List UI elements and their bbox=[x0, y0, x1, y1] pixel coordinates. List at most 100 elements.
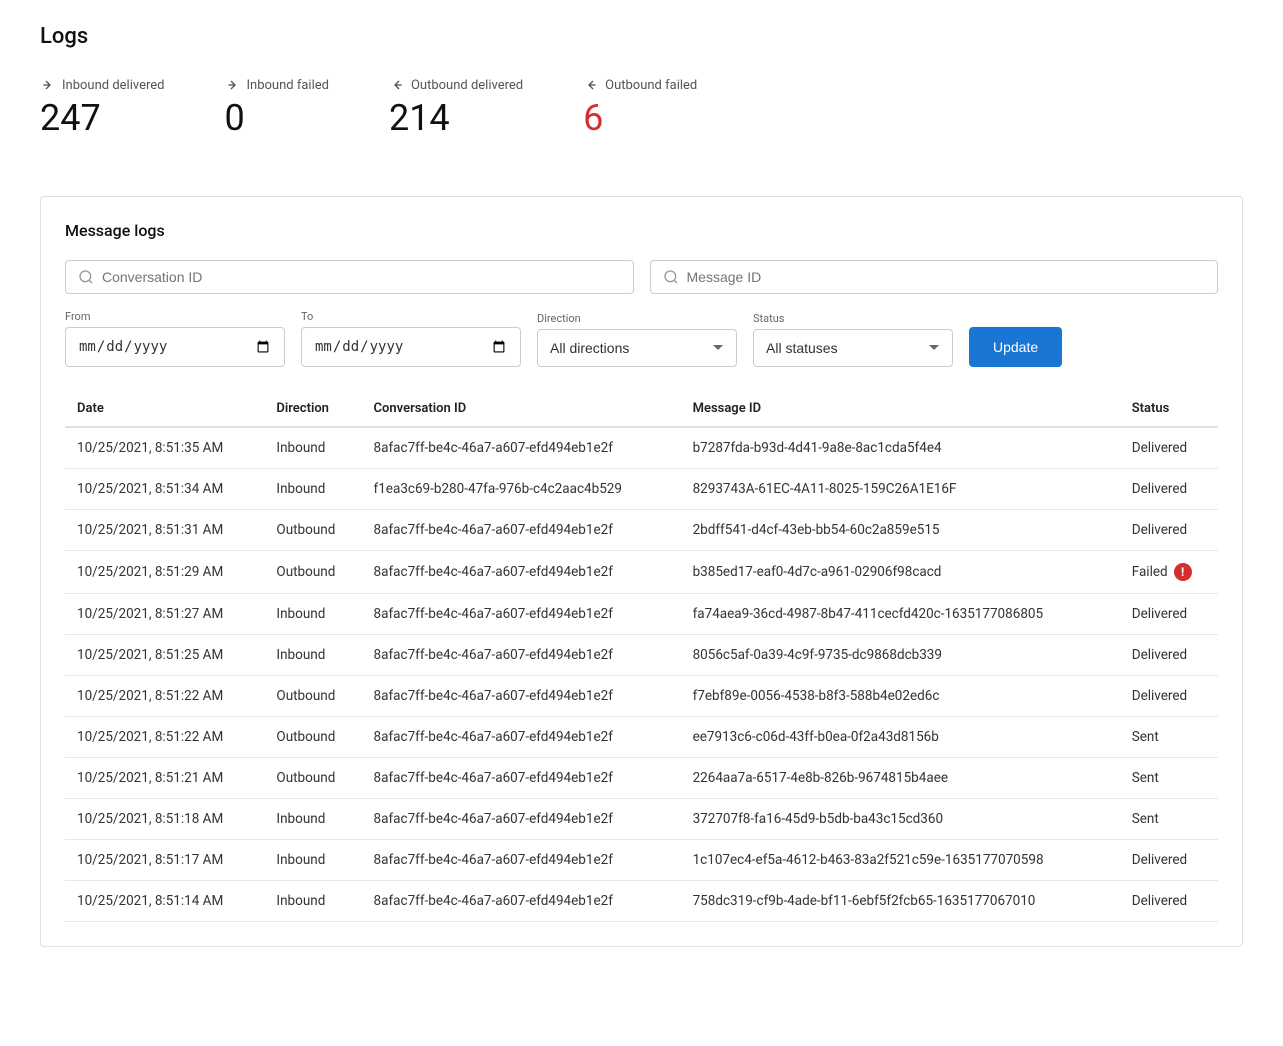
table-header: DateDirectionConversation IDMessage IDSt… bbox=[65, 391, 1218, 427]
col-header-status: Status bbox=[1120, 391, 1218, 427]
cell-status: Delivered bbox=[1120, 469, 1218, 510]
cell-status: Delivered bbox=[1120, 510, 1218, 551]
cell-message-id: 2bdff541-d4cf-43eb-bb54-60c2a859e515 bbox=[681, 510, 1120, 551]
cell-status: Sent bbox=[1120, 717, 1218, 758]
cell-message-id: 758dc319-cf9b-4ade-bf11-6ebf5f2fcb65-163… bbox=[681, 881, 1120, 922]
cell-message-id: 372707f8-fa16-45d9-b5db-ba43c15cd360 bbox=[681, 799, 1120, 840]
from-date-input[interactable] bbox=[65, 327, 285, 367]
cell-direction: Inbound bbox=[264, 469, 361, 510]
cell-status: Delivered bbox=[1120, 881, 1218, 922]
col-header-message-id: Message ID bbox=[681, 391, 1120, 427]
direction-select[interactable]: All directionsInboundOutbound bbox=[537, 329, 737, 367]
cell-conversation-id: 8afac7ff-be4c-46a7-a607-efd494eb1e2f bbox=[362, 594, 681, 635]
cell-status: Failed! bbox=[1120, 551, 1218, 594]
cell-date: 10/25/2021, 8:51:21 AM bbox=[65, 758, 264, 799]
from-label: From bbox=[65, 310, 285, 323]
to-date-input[interactable] bbox=[301, 327, 521, 367]
cell-date: 10/25/2021, 8:51:35 AM bbox=[65, 427, 264, 469]
cell-direction: Outbound bbox=[264, 551, 361, 594]
cell-conversation-id: 8afac7ff-be4c-46a7-a607-efd494eb1e2f bbox=[362, 758, 681, 799]
update-button[interactable]: Update bbox=[969, 327, 1062, 367]
status-filter-group: Status All statusesDeliveredFailedSent bbox=[753, 312, 953, 367]
stat-outbound-delivered: Outbound delivered 214 bbox=[389, 77, 523, 140]
status-label: Status bbox=[753, 312, 953, 325]
cell-message-id: 8293743A-61EC-4A11-8025-159C26A1E16F bbox=[681, 469, 1120, 510]
cell-message-id: f7ebf89e-0056-4538-b8f3-588b4e02ed6c bbox=[681, 676, 1120, 717]
stat-inbound-failed: Inbound failed 0 bbox=[225, 77, 329, 140]
table-row[interactable]: 10/25/2021, 8:51:25 AMInbound8afac7ff-be… bbox=[65, 635, 1218, 676]
message-id-input[interactable] bbox=[687, 269, 1206, 285]
cell-message-id: b385ed17-eaf0-4d7c-a961-02906f98cacd bbox=[681, 551, 1120, 594]
cell-date: 10/25/2021, 8:51:17 AM bbox=[65, 840, 264, 881]
table-row[interactable]: 10/25/2021, 8:51:17 AMInbound8afac7ff-be… bbox=[65, 840, 1218, 881]
table-row[interactable]: 10/25/2021, 8:51:22 AMOutbound8afac7ff-b… bbox=[65, 717, 1218, 758]
cell-status: Delivered bbox=[1120, 676, 1218, 717]
cell-direction: Outbound bbox=[264, 717, 361, 758]
cell-message-id: ee7913c6-c06d-43ff-b0ea-0f2a43d8156b bbox=[681, 717, 1120, 758]
table-row[interactable]: 10/25/2021, 8:51:14 AMInbound8afac7ff-be… bbox=[65, 881, 1218, 922]
to-filter-group: To bbox=[301, 310, 521, 367]
cell-date: 10/25/2021, 8:51:31 AM bbox=[65, 510, 264, 551]
filters-row1 bbox=[65, 260, 1218, 294]
cell-message-id: b7287fda-b93d-4d41-9a8e-8ac1cda5f4e4 bbox=[681, 427, 1120, 469]
conversation-id-input[interactable] bbox=[102, 269, 621, 285]
cell-status: Delivered bbox=[1120, 635, 1218, 676]
table-row[interactable]: 10/25/2021, 8:51:34 AMInboundf1ea3c69-b2… bbox=[65, 469, 1218, 510]
cell-message-id: 8056c5af-0a39-4c9f-9735-dc9868dcb339 bbox=[681, 635, 1120, 676]
cell-direction: Inbound bbox=[264, 881, 361, 922]
stat-outbound-failed: Outbound failed 6 bbox=[583, 77, 697, 140]
cell-status: Delivered bbox=[1120, 594, 1218, 635]
cell-date: 10/25/2021, 8:51:34 AM bbox=[65, 469, 264, 510]
stat-label: Outbound delivered bbox=[411, 78, 523, 93]
stat-label-row: Outbound failed bbox=[583, 77, 697, 93]
cell-conversation-id: 8afac7ff-be4c-46a7-a607-efd494eb1e2f bbox=[362, 510, 681, 551]
search-icon bbox=[78, 269, 94, 285]
cell-date: 10/25/2021, 8:51:27 AM bbox=[65, 594, 264, 635]
cell-date: 10/25/2021, 8:51:18 AM bbox=[65, 799, 264, 840]
stat-label-row: Outbound delivered bbox=[389, 77, 523, 93]
conversation-id-search-box bbox=[65, 260, 634, 294]
cell-conversation-id: 8afac7ff-be4c-46a7-a607-efd494eb1e2f bbox=[362, 635, 681, 676]
cell-status: Sent bbox=[1120, 799, 1218, 840]
cell-conversation-id: f1ea3c69-b280-47fa-976b-c4c2aac4b529 bbox=[362, 469, 681, 510]
direction-label: Direction bbox=[537, 312, 737, 325]
cell-conversation-id: 8afac7ff-be4c-46a7-a607-efd494eb1e2f bbox=[362, 840, 681, 881]
cell-conversation-id: 8afac7ff-be4c-46a7-a607-efd494eb1e2f bbox=[362, 551, 681, 594]
table-row[interactable]: 10/25/2021, 8:51:27 AMInbound8afac7ff-be… bbox=[65, 594, 1218, 635]
cell-date: 10/25/2021, 8:51:14 AM bbox=[65, 881, 264, 922]
cell-direction: Inbound bbox=[264, 799, 361, 840]
cell-date: 10/25/2021, 8:51:22 AM bbox=[65, 676, 264, 717]
search-icon-2 bbox=[663, 269, 679, 285]
stat-label-row: Inbound delivered bbox=[40, 77, 165, 93]
cell-direction: Inbound bbox=[264, 594, 361, 635]
stat-value: 6 bbox=[583, 97, 697, 140]
table-row[interactable]: 10/25/2021, 8:51:31 AMOutbound8afac7ff-b… bbox=[65, 510, 1218, 551]
page-container: Logs Inbound delivered 247 Inbound faile… bbox=[0, 0, 1283, 971]
table-row[interactable]: 10/25/2021, 8:51:35 AMInbound8afac7ff-be… bbox=[65, 427, 1218, 469]
cell-direction: Inbound bbox=[264, 635, 361, 676]
inbound-icon bbox=[40, 77, 56, 93]
table-body: 10/25/2021, 8:51:35 AMInbound8afac7ff-be… bbox=[65, 427, 1218, 922]
status-select[interactable]: All statusesDeliveredFailedSent bbox=[753, 329, 953, 367]
col-header-direction: Direction bbox=[264, 391, 361, 427]
cell-message-id: 2264aa7a-6517-4e8b-826b-9674815b4aee bbox=[681, 758, 1120, 799]
stat-label: Inbound delivered bbox=[62, 78, 165, 93]
table-row[interactable]: 10/25/2021, 8:51:21 AMOutbound8afac7ff-b… bbox=[65, 758, 1218, 799]
cell-conversation-id: 8afac7ff-be4c-46a7-a607-efd494eb1e2f bbox=[362, 676, 681, 717]
cell-status: Sent bbox=[1120, 758, 1218, 799]
failed-icon: ! bbox=[1174, 563, 1192, 581]
table-row[interactable]: 10/25/2021, 8:51:22 AMOutbound8afac7ff-b… bbox=[65, 676, 1218, 717]
table-wrapper: DateDirectionConversation IDMessage IDSt… bbox=[65, 391, 1218, 922]
cell-direction: Inbound bbox=[264, 840, 361, 881]
stat-value: 247 bbox=[40, 97, 165, 140]
cell-date: 10/25/2021, 8:51:29 AM bbox=[65, 551, 264, 594]
cell-message-id: fa74aea9-36cd-4987-8b47-411cecfd420c-163… bbox=[681, 594, 1120, 635]
status-failed: Failed! bbox=[1132, 563, 1206, 581]
stats-row: Inbound delivered 247 Inbound failed 0 O… bbox=[40, 77, 1243, 164]
inbound-icon bbox=[225, 77, 241, 93]
table-row[interactable]: 10/25/2021, 8:51:29 AMOutbound8afac7ff-b… bbox=[65, 551, 1218, 594]
stat-label-row: Inbound failed bbox=[225, 77, 329, 93]
to-label: To bbox=[301, 310, 521, 323]
section-title: Message logs bbox=[65, 221, 1218, 240]
table-row[interactable]: 10/25/2021, 8:51:18 AMInbound8afac7ff-be… bbox=[65, 799, 1218, 840]
